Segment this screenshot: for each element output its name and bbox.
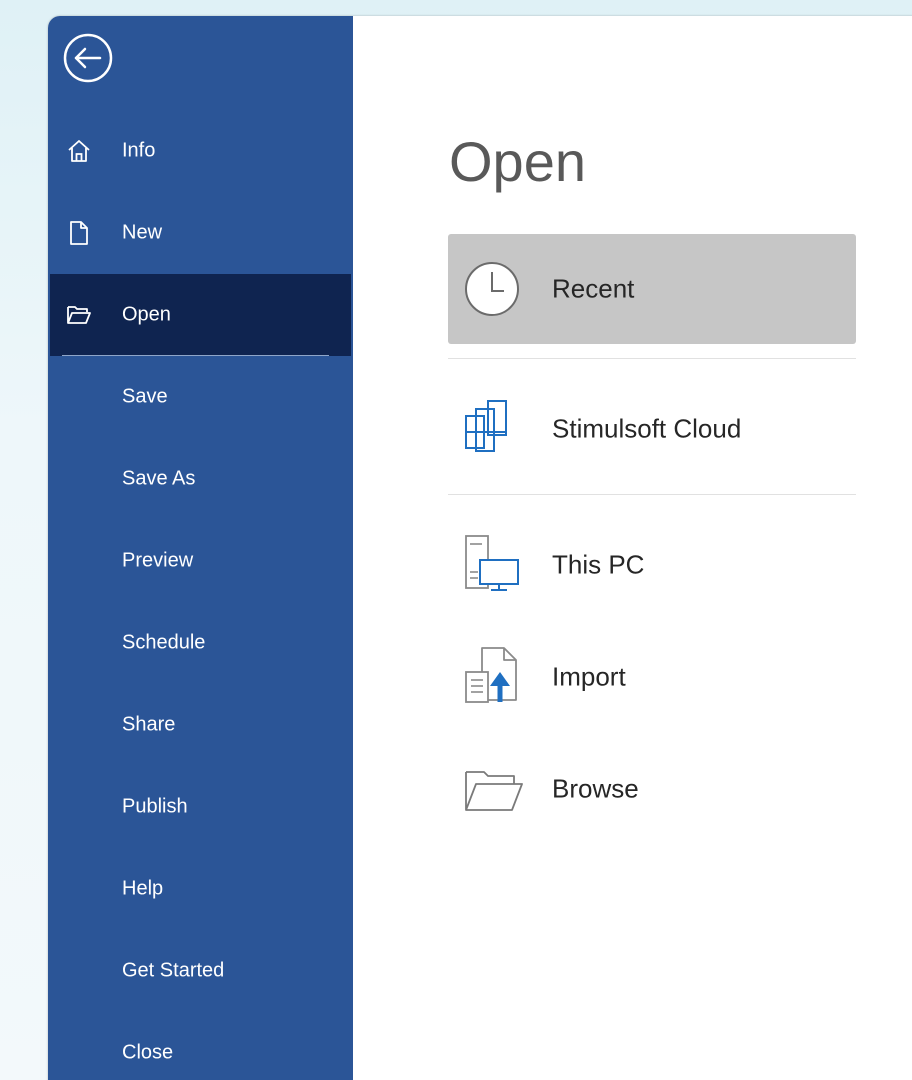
page-title: Open: [449, 130, 586, 193]
back-arrow-icon: [63, 33, 113, 83]
divider: [448, 358, 856, 359]
location-browse[interactable]: Browse: [448, 734, 856, 844]
sidebar-item-help[interactable]: Help: [50, 848, 351, 930]
sidebar-item-label: Get Started: [122, 959, 225, 982]
import-icon: [464, 642, 526, 712]
file-backstage-window: Info New Open Save Save As Preview Sched…: [48, 16, 912, 1080]
location-stimulsoft-cloud[interactable]: Stimulsoft Cloud: [448, 374, 856, 484]
folder-open-icon: [66, 302, 92, 328]
sidebar-item-close[interactable]: Close: [50, 1012, 351, 1080]
sidebar-item-info[interactable]: Info: [50, 110, 351, 192]
divider: [448, 494, 856, 495]
folder-icon: [464, 754, 526, 824]
sidebar-item-label: Share: [122, 713, 176, 736]
sidebar-item-label: Save As: [122, 467, 196, 490]
sidebar-item-save[interactable]: Save: [50, 356, 351, 438]
sidebar-item-preview[interactable]: Preview: [50, 520, 351, 602]
sidebar-item-share[interactable]: Share: [50, 684, 351, 766]
sidebar-item-label: Info: [122, 139, 156, 162]
sidebar-item-get-started[interactable]: Get Started: [50, 930, 351, 1012]
location-label: This PC: [552, 549, 645, 580]
new-document-icon: [66, 220, 92, 246]
sidebar-item-schedule[interactable]: Schedule: [50, 602, 351, 684]
location-label: Browse: [552, 773, 639, 804]
backstage-sidebar: Info New Open Save Save As Preview Sched…: [48, 16, 353, 1080]
sidebar-item-label: Help: [122, 877, 164, 900]
sidebar-item-new[interactable]: New: [50, 192, 351, 274]
location-this-pc[interactable]: This PC: [448, 510, 856, 620]
sidebar-item-label: New: [122, 221, 163, 244]
home-icon: [66, 138, 92, 164]
computer-icon: [464, 530, 526, 600]
cloud-windows-icon: [464, 394, 526, 464]
location-label: Stimulsoft Cloud: [552, 413, 742, 444]
back-button[interactable]: [62, 32, 114, 84]
sidebar-item-label: Publish: [122, 795, 188, 818]
sidebar-item-label: Schedule: [122, 631, 206, 654]
sidebar-item-open[interactable]: Open: [50, 274, 351, 356]
sidebar-item-label: Close: [122, 1041, 174, 1064]
location-recent[interactable]: Recent: [448, 234, 856, 344]
sidebar-item-label: Open: [122, 303, 171, 326]
location-label: Import: [552, 661, 626, 692]
sidebar-item-publish[interactable]: Publish: [50, 766, 351, 848]
location-import[interactable]: Import: [448, 622, 856, 732]
location-label: Recent: [552, 273, 635, 304]
sidebar-item-save-as[interactable]: Save As: [50, 438, 351, 520]
sidebar-item-label: Preview: [122, 549, 194, 572]
sidebar-item-label: Save: [122, 385, 168, 408]
clock-icon: [464, 254, 526, 324]
open-pane: Open Recent Stimulsoft Cloud This PC Imp…: [353, 16, 912, 1080]
